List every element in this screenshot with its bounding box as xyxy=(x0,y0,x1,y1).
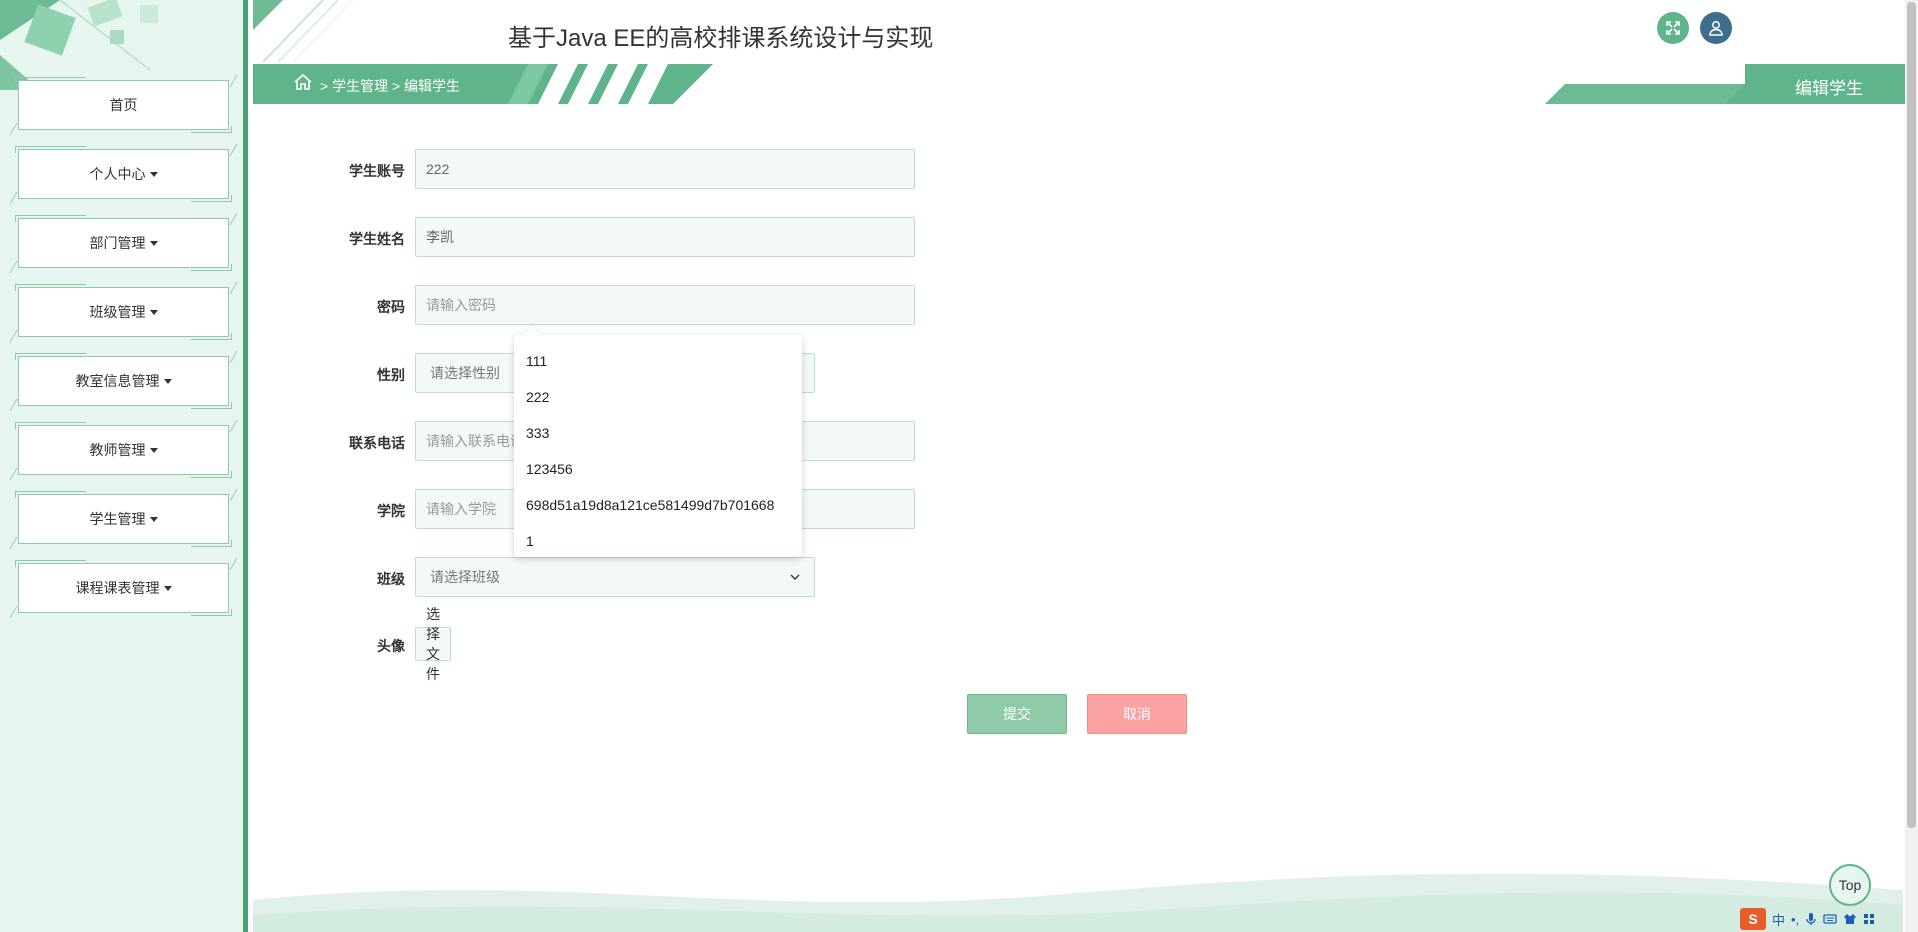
sidebar-item[interactable]: 教室信息管理 xyxy=(9,351,238,411)
header-decoration xyxy=(253,0,354,62)
autocomplete-option[interactable]: 698d51a19d8a121ce581499d7b701668 xyxy=(514,487,802,523)
microphone-icon[interactable] xyxy=(1805,912,1817,926)
back-to-top-button[interactable]: Top xyxy=(1829,864,1871,906)
password-label: 密码 xyxy=(377,299,405,315)
app-title: 基于Java EE的高校排课系统设计与实现 xyxy=(508,25,934,52)
fullscreen-button[interactable] xyxy=(1657,12,1689,44)
name-label: 学生姓名 xyxy=(349,231,405,247)
sidebar-item-label: 班级管理 xyxy=(89,304,146,320)
corner-decoration xyxy=(218,351,238,363)
skin-icon[interactable] xyxy=(1843,913,1857,925)
class-select[interactable]: 请选择班级 xyxy=(415,557,815,597)
password-input[interactable] xyxy=(415,285,915,325)
caret-down-icon xyxy=(149,516,158,522)
sidebar-item[interactable]: 首页 xyxy=(9,75,238,135)
sidebar-item-label: 首页 xyxy=(109,97,138,113)
class-select-value: 请选择班级 xyxy=(430,569,500,585)
corner-decoration xyxy=(9,330,29,342)
corner-decoration xyxy=(9,192,29,204)
breadcrumb: > 学生管理 > 编辑学生 xyxy=(320,78,461,94)
autocomplete-dropdown: 111 222 333 123456 698d51a19d8a121ce581499d7… xyxy=(514,335,802,557)
sidebar-menu: 首页个人中心部门管理班级管理教室信息管理 教师管理学生管理课程课表管理 xyxy=(9,75,238,632)
sidebar-item-label: 个人中心 xyxy=(89,166,146,182)
caret-down-icon xyxy=(149,240,158,246)
phone-label: 联系电话 xyxy=(349,435,405,451)
account-label: 学生账号 xyxy=(349,163,405,179)
caret-down-icon xyxy=(163,585,172,591)
avatar-label: 头像 xyxy=(377,638,405,654)
caret-down-icon xyxy=(149,309,158,315)
sidebar-item[interactable]: 班级管理 xyxy=(9,282,238,342)
user-profile-button[interactable] xyxy=(1700,12,1732,44)
corner-decoration xyxy=(218,558,238,570)
sidebar-item[interactable]: 学生管理 xyxy=(9,489,238,549)
sidebar-item-label: 部门管理 xyxy=(89,235,146,251)
autocomplete-option[interactable]: 333 xyxy=(514,415,802,451)
scrollbar[interactable] xyxy=(1905,0,1918,932)
autocomplete-option[interactable]: 222 xyxy=(514,379,802,415)
chevron-down-icon xyxy=(790,574,800,580)
gender-label: 性别 xyxy=(377,367,405,383)
sidebar-item-label: 教室信息管理 xyxy=(75,373,160,389)
corner-decoration xyxy=(9,399,29,411)
caret-down-icon xyxy=(149,171,158,177)
expand-icon xyxy=(1666,21,1680,35)
corner-decoration xyxy=(218,489,238,501)
corner-decoration xyxy=(218,420,238,432)
choose-file-button[interactable]: 选择文件 xyxy=(415,606,451,682)
corner-decoration xyxy=(9,261,29,273)
caret-down-icon xyxy=(149,447,158,453)
corner-decoration xyxy=(218,144,238,156)
corner-decoration xyxy=(9,537,29,549)
college-label: 学院 xyxy=(377,503,405,519)
sidebar-item-label: 课程课表管理 xyxy=(75,580,160,596)
autocomplete-option[interactable]: 123456 xyxy=(514,451,802,487)
autocomplete-option[interactable]: 111 xyxy=(514,343,802,379)
scrollbar-thumb[interactable] xyxy=(1907,2,1916,828)
cancel-button[interactable]: 取消 xyxy=(1087,694,1187,734)
submit-button[interactable]: 提交 xyxy=(967,694,1067,734)
autocomplete-option[interactable]: 1 xyxy=(514,523,802,559)
punctuation-icon[interactable]: •, xyxy=(1791,912,1799,927)
caret-down-icon xyxy=(163,378,172,384)
corner-decoration xyxy=(9,468,29,480)
home-icon[interactable] xyxy=(293,72,313,92)
ime-logo-icon[interactable]: S xyxy=(1740,908,1766,930)
sidebar: 首页个人中心部门管理班级管理教室信息管理 教师管理学生管理课程课表管理 xyxy=(0,0,248,932)
name-input[interactable] xyxy=(415,217,915,257)
grid-icon[interactable] xyxy=(1863,913,1875,925)
corner-decoration xyxy=(218,282,238,294)
bottom-wave-decoration xyxy=(253,873,1903,932)
user-icon xyxy=(1709,21,1723,36)
corner-decoration xyxy=(218,213,238,225)
corner-decoration xyxy=(9,606,29,618)
class-label: 班级 xyxy=(377,571,405,587)
account-input[interactable] xyxy=(415,149,915,189)
sidebar-item-label: 学生管理 xyxy=(89,511,146,527)
sidebar-item[interactable]: 教师管理 xyxy=(9,420,238,480)
sidebar-item[interactable]: 个人中心 xyxy=(9,144,238,204)
keyboard-icon[interactable] xyxy=(1823,913,1837,925)
corner-decoration xyxy=(9,123,29,135)
sidebar-item-label: 教师管理 xyxy=(89,442,146,458)
ime-mode[interactable]: 中 xyxy=(1772,910,1785,929)
sidebar-item[interactable]: 课程课表管理 xyxy=(9,558,238,618)
page-title: 编辑学生 xyxy=(1795,79,1863,98)
ime-toolbar[interactable]: S 中 •, xyxy=(1740,908,1875,930)
gender-select-value: 请选择性别 xyxy=(430,365,500,381)
sidebar-item[interactable]: 部门管理 xyxy=(9,213,238,273)
